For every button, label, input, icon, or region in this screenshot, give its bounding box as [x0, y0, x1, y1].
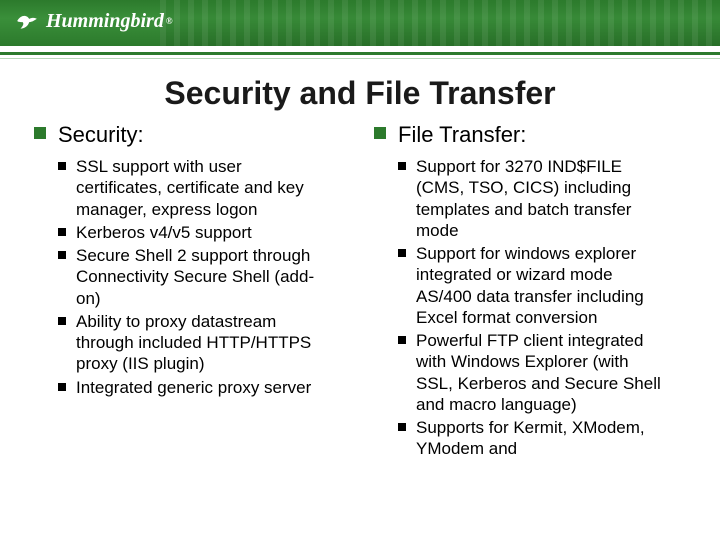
header-banner: Hummingbird®	[0, 0, 720, 46]
list-item: Support for windows explorer integrated …	[398, 243, 686, 328]
item-text: Ability to proxy datastream through incl…	[76, 311, 326, 375]
file-transfer-column: File Transfer: Support for 3270 IND$FILE…	[374, 122, 686, 462]
item-text: Secure Shell 2 support through Connectiv…	[76, 245, 326, 309]
item-text: Supports for Kermit, XModem, YModem and	[416, 417, 666, 460]
item-text: Support for 3270 IND$FILE (CMS, TSO, CIC…	[416, 156, 666, 241]
section-bullet-icon	[58, 162, 66, 170]
file-transfer-heading: File Transfer:	[398, 122, 526, 148]
item-text: Kerberos v4/v5 support	[76, 222, 252, 243]
square-bullet-icon	[34, 127, 46, 139]
section-bullet-icon	[58, 251, 66, 259]
section-bullet-icon	[58, 317, 66, 325]
security-heading: Security:	[58, 122, 144, 148]
slide-title: Security and File Transfer	[0, 75, 720, 112]
brand-name: Hummingbird	[46, 10, 164, 33]
section-bullet-icon	[398, 423, 406, 431]
list-item: Ability to proxy datastream through incl…	[58, 311, 346, 375]
list-item: Support for 3270 IND$FILE (CMS, TSO, CIC…	[398, 156, 686, 241]
security-column: Security: SSL support with user certific…	[34, 122, 346, 462]
divider-rules	[0, 52, 720, 59]
section-bullet-icon	[398, 336, 406, 344]
security-items: SSL support with user certificates, cert…	[34, 156, 346, 398]
section-bullet-icon	[58, 228, 66, 236]
banner-decor	[160, 0, 720, 46]
content-columns: Security: SSL support with user certific…	[0, 122, 720, 462]
file-transfer-items: Support for 3270 IND$FILE (CMS, TSO, CIC…	[374, 156, 686, 460]
list-item: Powerful FTP client integrated with Wind…	[398, 330, 686, 415]
section-bullet-icon	[58, 383, 66, 391]
square-bullet-icon	[374, 127, 386, 139]
item-text: SSL support with user certificates, cert…	[76, 156, 326, 220]
item-text: Integrated generic proxy server	[76, 377, 311, 398]
list-item: Secure Shell 2 support through Connectiv…	[58, 245, 346, 309]
section-bullet-icon	[398, 249, 406, 257]
list-item: Integrated generic proxy server	[58, 377, 346, 398]
list-item: Kerberos v4/v5 support	[58, 222, 346, 243]
item-text: Support for windows explorer integrated …	[416, 243, 666, 328]
item-text: Powerful FTP client integrated with Wind…	[416, 330, 666, 415]
list-item: SSL support with user certificates, cert…	[58, 156, 346, 220]
hummingbird-icon	[14, 8, 40, 34]
registered-mark: ®	[166, 16, 173, 26]
list-item: Supports for Kermit, XModem, YModem and	[398, 417, 686, 460]
brand-logo: Hummingbird®	[14, 8, 173, 34]
section-bullet-icon	[398, 162, 406, 170]
